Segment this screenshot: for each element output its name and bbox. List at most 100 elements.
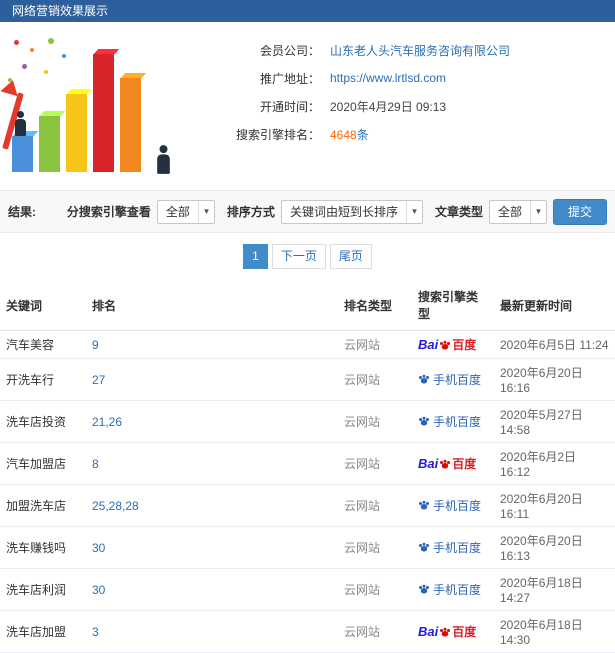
chart-illustration (0, 30, 190, 180)
keyword-cell: 加盟洗车店 (0, 484, 86, 527)
results-filter-bar: 结果: 分搜索引擎查看 全部 ▼ 排序方式 关键词由短到长排序 ▼ 文章类型 全… (0, 191, 615, 233)
chevron-down-icon: ▼ (529, 200, 546, 223)
update-time-cell: 2020年6月20日 16:13 (494, 526, 615, 569)
submit-button[interactable]: 提交 (552, 198, 607, 225)
rank-type-cell: 云网站 (338, 442, 412, 485)
paw-icon (419, 417, 429, 426)
mobile-baidu-label: 手机百度 (433, 582, 482, 597)
baidu-logo-bai: Bai (418, 456, 439, 471)
decor-dot (14, 40, 19, 45)
engine-filter-select[interactable]: 全部 ▼ (156, 199, 215, 224)
next-page-button[interactable]: 下一页 (271, 244, 326, 269)
rank-count-value: 4648条 (330, 126, 369, 143)
page-1-button[interactable]: 1 (243, 244, 268, 269)
rank-type-cell: 云网站 (338, 484, 412, 527)
mobile-baidu-logo: 手机百度 (418, 413, 481, 430)
bar-graphic (120, 78, 141, 172)
promo-url-link[interactable]: https://www.lrtlsd.com (330, 71, 446, 85)
keyword-cell: 汽车美容 (0, 330, 86, 359)
rank-link[interactable]: 30 (92, 541, 105, 555)
engine-cell: Bai 百度 (412, 330, 494, 359)
paw-icon (440, 459, 451, 468)
rank-link[interactable]: 27 (92, 373, 105, 387)
mobile-baidu-logo: 手机百度 (418, 497, 481, 514)
rank-type-cell: 云网站 (338, 568, 412, 611)
baidu-logo-bai: Bai (418, 624, 439, 639)
rank-type-cell: 云网站 (338, 358, 412, 401)
decor-dot (30, 48, 34, 52)
engine-filter-label: 分搜索引擎查看 (66, 205, 151, 219)
chevron-down-icon: ▼ (197, 200, 214, 223)
mobile-baidu-label: 手机百度 (433, 372, 482, 387)
paw-icon (419, 375, 429, 384)
sort-filter-label: 排序方式 (226, 205, 275, 219)
engine-filter-value: 全部 (165, 205, 190, 219)
rank-link[interactable]: 30 (92, 583, 105, 597)
type-filter-value: 全部 (497, 205, 522, 219)
rank-link[interactable]: 9 (92, 338, 99, 352)
rank-count-number: 4648 (330, 127, 357, 142)
mobile-baidu-label: 手机百度 (433, 540, 482, 555)
decor-dot (44, 70, 48, 74)
decor-dot (48, 38, 54, 44)
engine-cell: 手机百度 (412, 526, 494, 569)
engine-cell: Bai 百度 (412, 610, 494, 653)
decor-dot (22, 64, 27, 69)
company-label: 会员公司： (259, 43, 320, 58)
mobile-baidu-label: 手机百度 (433, 498, 482, 513)
results-label: 结果: (8, 205, 36, 219)
rank-link[interactable]: 21,26 (92, 415, 122, 429)
decor-dot (62, 54, 66, 58)
company-link[interactable]: 山东老人头汽车服务咨询有限公司 (330, 42, 510, 59)
col-header-keyword: 关键词 (0, 280, 86, 331)
keyword-cell: 汽车加盟店 (0, 442, 86, 485)
baidu-logo-bai: Bai (418, 337, 439, 352)
rank-count-label: 搜索引擎排名： (235, 127, 320, 142)
table-row: 开洗车行 27 云网站 手机百度 2020年6月20日 16:16 (0, 358, 615, 401)
pagination: 1 下一页 尾页 (0, 244, 615, 269)
last-page-button[interactable]: 尾页 (329, 244, 372, 269)
rank-link[interactable]: 25,28,28 (92, 499, 139, 513)
col-header-rank: 排名 (86, 280, 338, 331)
baidu-logo: Bai 百度 (418, 455, 476, 472)
info-row-url: 推广地址： https://www.lrtlsd.com (190, 64, 615, 92)
baidu-logo: Bai 百度 (418, 336, 476, 353)
keyword-cell: 开洗车行 (0, 358, 86, 401)
page-title-bar: 网络营销效果展示 (0, 0, 615, 22)
results-table: 关键词 排名 排名类型 搜索引擎类型 最新更新时间 汽车美容 9 云网站 Bai… (0, 280, 615, 653)
update-time-cell: 2020年6月20日 16:16 (494, 358, 615, 401)
mobile-baidu-logo: 手机百度 (418, 371, 481, 388)
baidu-logo-du: 百度 (452, 625, 477, 639)
col-header-rank-type: 排名类型 (338, 280, 412, 331)
table-row: 洗车店加盟 3 云网站 Bai 百度 2020年6月18日 14:30 (0, 610, 615, 653)
table-row: 加盟洗车店 25,28,28 云网站 手机百度 2020年6月20日 16:11 (0, 484, 615, 527)
mobile-baidu-label: 手机百度 (433, 414, 482, 429)
info-row-open-time: 开通时间： 2020年4月29日 09:13 (190, 92, 615, 120)
paw-icon (440, 627, 451, 636)
type-filter-select[interactable]: 全部 ▼ (488, 199, 547, 224)
baidu-logo-du: 百度 (452, 338, 477, 352)
keyword-cell: 洗车店加盟 (0, 610, 86, 653)
rank-type-cell: 云网站 (338, 526, 412, 569)
rank-type-cell: 云网站 (338, 400, 412, 443)
sort-filter-select[interactable]: 关键词由短到长排序 ▼ (280, 199, 423, 224)
rank-link[interactable]: 3 (92, 625, 99, 639)
paw-icon (419, 501, 429, 510)
bar-graphic (93, 54, 114, 172)
engine-cell: 手机百度 (412, 568, 494, 611)
rank-type-cell: 云网站 (338, 610, 412, 653)
paw-icon (419, 585, 429, 594)
update-time-cell: 2020年6月20日 16:11 (494, 484, 615, 527)
info-row-company: 会员公司： 山东老人头汽车服务咨询有限公司 (190, 36, 615, 64)
engine-cell: Bai 百度 (412, 442, 494, 485)
mobile-baidu-logo: 手机百度 (418, 581, 481, 598)
engine-cell: 手机百度 (412, 358, 494, 401)
table-header-row: 关键词 排名 排名类型 搜索引擎类型 最新更新时间 (0, 280, 615, 331)
type-filter-label: 文章类型 (434, 205, 483, 219)
baidu-logo-du: 百度 (452, 457, 477, 471)
sort-filter-value: 关键词由短到长排序 (289, 205, 398, 219)
open-time-label: 开通时间： (259, 99, 320, 114)
update-time-cell: 2020年5月27日 14:58 (494, 400, 615, 443)
person-figure (157, 145, 170, 174)
rank-link[interactable]: 8 (92, 457, 99, 471)
